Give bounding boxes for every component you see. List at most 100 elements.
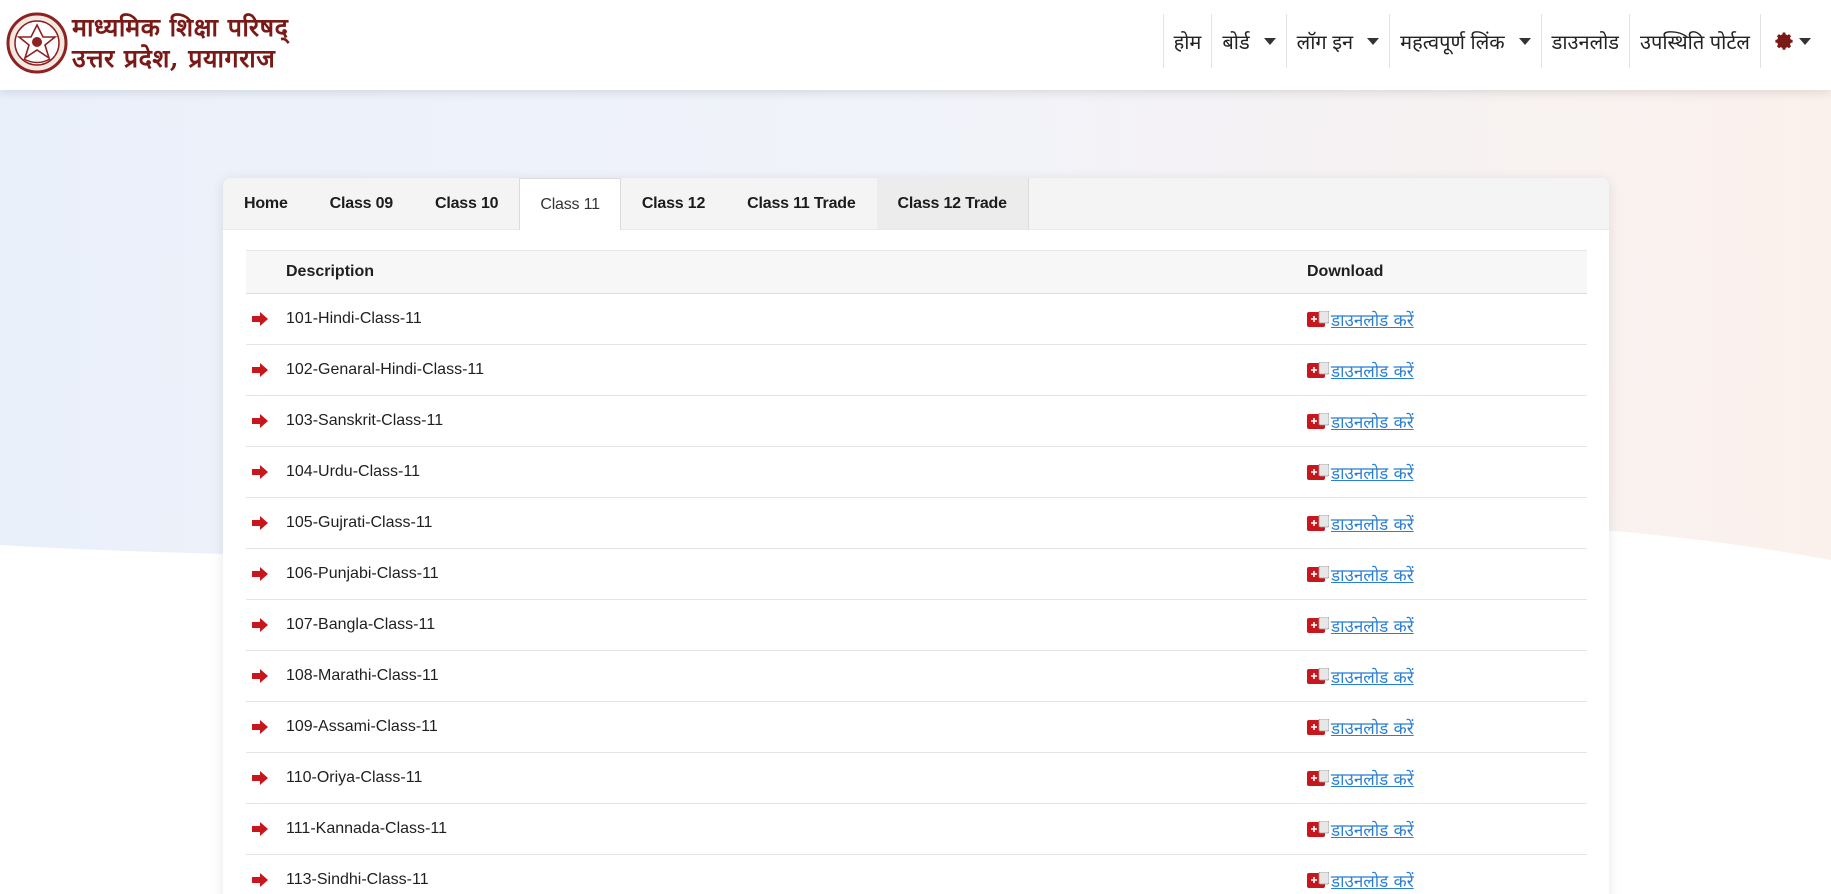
table-row: 103-Sanskrit-Class-11 डाउनलोड करें <box>246 396 1587 447</box>
tab-class-11-trade[interactable]: Class 11 Trade <box>726 178 876 229</box>
pdf-icon <box>1307 362 1329 378</box>
red-arrow-right-icon <box>252 516 268 530</box>
nav-attendance-portal[interactable]: उपस्थिति पोर्टल <box>1629 14 1760 68</box>
download-link[interactable]: डाउनलोड करें <box>1331 818 1414 841</box>
class-tabs: Home Class 09 Class 10 Class 11 Class 12… <box>223 178 1609 230</box>
tab-class-10[interactable]: Class 10 <box>414 178 519 229</box>
download-link[interactable]: डाउनलोड करें <box>1331 716 1414 739</box>
tab-class-12-trade[interactable]: Class 12 Trade <box>876 178 1029 229</box>
row-download[interactable]: डाउनलोड करें <box>1307 308 1414 331</box>
pdf-icon <box>1307 770 1329 786</box>
table-row: 109-Assami-Class-11 डाउनलोड करें <box>246 702 1587 753</box>
row-download[interactable]: डाउनलोड करें <box>1307 818 1414 841</box>
row-download[interactable]: डाउनलोड करें <box>1307 716 1414 739</box>
table-row: 102-Genaral-Hindi-Class-11 डाउनलोड करें <box>246 345 1587 396</box>
row-download[interactable]: डाउनलोड करें <box>1307 869 1414 892</box>
caret-down-icon <box>1799 37 1811 45</box>
row-download[interactable]: डाउनलोड करें <box>1307 563 1414 586</box>
table-row: 108-Marathi-Class-11 डाउनलोड करें <box>246 651 1587 702</box>
download-link[interactable]: डाउनलोड करें <box>1331 563 1414 586</box>
table-row: 113-Sindhi-Class-11 डाउनलोड करें <box>246 855 1587 894</box>
row-description: 110-Oriya-Class-11 <box>286 769 423 786</box>
pdf-icon <box>1307 566 1329 582</box>
row-description: 107-Bangla-Class-11 <box>286 616 436 633</box>
settings-menu[interactable] <box>1760 14 1821 68</box>
nav-home-label: होम <box>1173 31 1202 54</box>
up-board-emblem-icon <box>6 12 68 74</box>
gear-icon <box>1775 32 1793 50</box>
row-description: 111-Kannada-Class-11 <box>286 820 447 837</box>
nav-login[interactable]: लॉग इन <box>1285 14 1389 68</box>
table-row: 106-Punjabi-Class-11 डाउनलोड करें <box>246 549 1587 600</box>
tab-class-09[interactable]: Class 09 <box>309 178 414 229</box>
row-download[interactable]: डाउनलोड करें <box>1307 359 1414 382</box>
nav-home[interactable]: होम <box>1162 14 1212 68</box>
red-arrow-right-icon <box>252 669 268 683</box>
caret-down-icon <box>1518 37 1531 45</box>
row-download[interactable]: डाउनलोड करें <box>1307 767 1414 790</box>
row-description: 108-Marathi-Class-11 <box>286 667 439 684</box>
nav-important-links[interactable]: महत्वपूर्ण लिंक <box>1389 14 1540 68</box>
download-link[interactable]: डाउनलोड करें <box>1331 308 1414 331</box>
row-download[interactable]: डाउनलोड करें <box>1307 614 1414 637</box>
column-header-description: Description <box>286 263 375 280</box>
row-description: 106-Punjabi-Class-11 <box>286 565 439 582</box>
red-arrow-right-icon <box>252 822 268 836</box>
nav-board[interactable]: बोर्ड <box>1211 14 1285 68</box>
nav-attendance-portal-label: उपस्थिति पोर्टल <box>1640 31 1750 54</box>
row-description: 113-Sindhi-Class-11 <box>286 871 429 888</box>
row-description: 105-Gujrati-Class-11 <box>286 514 433 531</box>
download-link[interactable]: डाउनलोड करें <box>1331 665 1414 688</box>
download-link[interactable]: डाउनलोड करें <box>1331 869 1414 892</box>
download-link[interactable]: डाउनलोड करें <box>1331 614 1414 637</box>
row-description: 101-Hindi-Class-11 <box>286 310 422 327</box>
red-arrow-right-icon <box>252 618 268 632</box>
caret-down-icon <box>1367 37 1380 45</box>
download-link[interactable]: डाउनलोड करें <box>1331 512 1414 535</box>
download-link[interactable]: डाउनलोड करें <box>1331 410 1414 433</box>
nav-login-label: लॉग इन <box>1296 31 1354 54</box>
pdf-icon <box>1307 515 1329 531</box>
row-download[interactable]: डाउनलोड करें <box>1307 410 1414 433</box>
brand[interactable]: माध्यमिक शिक्षा परिषद् उत्तर प्रदेश, प्र… <box>6 8 288 78</box>
red-arrow-right-icon <box>252 465 268 479</box>
tab-home[interactable]: Home <box>223 178 309 229</box>
download-table: Description Download 101-Hindi-Class-11 … <box>246 250 1587 894</box>
nav-board-label: बोर्ड <box>1222 31 1250 54</box>
table-row: 101-Hindi-Class-11 डाउनलोड करें <box>246 294 1587 345</box>
brand-title-line2: उत्तर प्रदेश, प्रयागराज <box>72 43 276 73</box>
row-description: 109-Assami-Class-11 <box>286 718 438 735</box>
pdf-icon <box>1307 719 1329 735</box>
nav-important-links-label: महत्वपूर्ण लिंक <box>1400 31 1505 54</box>
nav-download[interactable]: डाउनलोड <box>1540 14 1629 68</box>
row-download[interactable]: डाउनलोड करें <box>1307 665 1414 688</box>
site-header: माध्यमिक शिक्षा परिषद् उत्तर प्रदेश, प्र… <box>0 0 1831 90</box>
pdf-icon <box>1307 464 1329 480</box>
row-description: 103-Sanskrit-Class-11 <box>286 412 444 429</box>
row-download[interactable]: डाउनलोड करें <box>1307 461 1414 484</box>
download-link[interactable]: डाउनलोड करें <box>1331 767 1414 790</box>
tab-class-11[interactable]: Class 11 <box>519 178 621 230</box>
pdf-icon <box>1307 311 1329 327</box>
class-tabs-card: Home Class 09 Class 10 Class 11 Class 12… <box>223 178 1609 894</box>
red-arrow-right-icon <box>252 771 268 785</box>
row-description: 102-Genaral-Hindi-Class-11 <box>286 361 485 378</box>
pdf-icon <box>1307 821 1329 837</box>
table-header: Description Download <box>246 250 1587 294</box>
pdf-icon <box>1307 668 1329 684</box>
download-link[interactable]: डाउनलोड करें <box>1331 359 1414 382</box>
tab-class-12[interactable]: Class 12 <box>621 178 726 229</box>
red-arrow-right-icon <box>252 720 268 734</box>
red-arrow-right-icon <box>252 312 268 326</box>
main-nav: होम बोर्ड लॉग इन महत्वपूर्ण लिंक डाउनलोड… <box>1162 14 1821 68</box>
pdf-icon <box>1307 413 1329 429</box>
pdf-icon <box>1307 872 1329 888</box>
download-link[interactable]: डाउनलोड करें <box>1331 461 1414 484</box>
red-arrow-right-icon <box>252 873 268 887</box>
table-row: 110-Oriya-Class-11 डाउनलोड करें <box>246 753 1587 804</box>
pdf-icon <box>1307 617 1329 633</box>
table-body: 101-Hindi-Class-11 डाउनलोड करें 102-Gena… <box>246 294 1587 894</box>
row-description: 104-Urdu-Class-11 <box>286 463 420 480</box>
table-row: 111-Kannada-Class-11 डाउनलोड करें <box>246 804 1587 855</box>
row-download[interactable]: डाउनलोड करें <box>1307 512 1414 535</box>
